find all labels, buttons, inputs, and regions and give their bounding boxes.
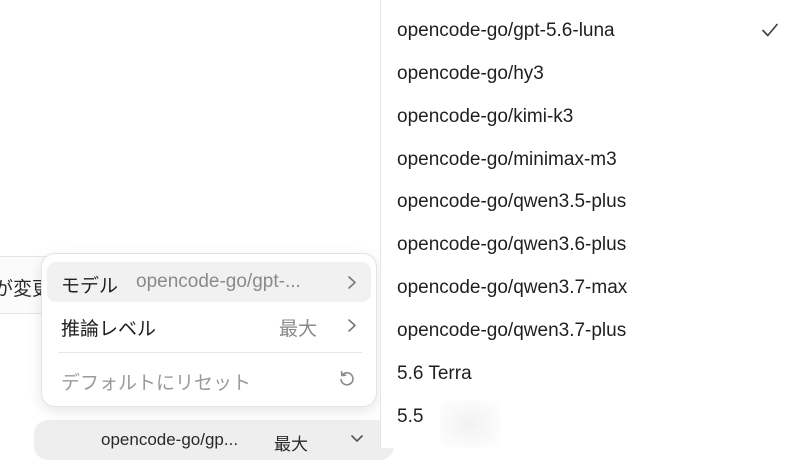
model-option[interactable]: opencode-go/qwen3.7-max: [381, 267, 797, 310]
model-option[interactable]: opencode-go/qwen3.6-plus: [381, 224, 797, 267]
current-model-label[interactable]: opencode-go/gp...: [101, 430, 238, 450]
menu-item-reset[interactable]: デフォルトにリセット: [47, 359, 371, 399]
menu-item-value: 最大: [279, 319, 318, 340]
model-option-label: opencode-go/gpt-5.6-luna: [397, 20, 615, 41]
reset-label: デフォルトにリセット: [61, 373, 252, 394]
model-option-label: opencode-go/hy3: [397, 63, 544, 84]
menu-item-model[interactable]: モデル opencode-go/gpt-...: [47, 262, 371, 302]
model-option[interactable]: opencode-go/kimi-k3: [381, 96, 797, 139]
model-list-panel: opencode-go/gpt-5.6-luna opencode-go/hy3…: [380, 0, 797, 448]
reset-icon: [340, 371, 354, 386]
model-option-label: opencode-go/qwen3.5-plus: [397, 191, 627, 212]
model-option-label: opencode-go/qwen3.7-max: [397, 277, 628, 298]
menu-item-value: opencode-go/gpt-...: [136, 271, 301, 292]
model-option-label: opencode-go/kimi-k3: [397, 106, 574, 127]
model-option[interactable]: opencode-go/gpt-5.6-luna: [381, 10, 797, 53]
model-options-menu: モデル opencode-go/gpt-... 推論レベル 最大 デフォルトにリ…: [41, 253, 377, 407]
menu-divider: [58, 352, 362, 353]
model-option-label: opencode-go/minimax-m3: [397, 149, 617, 170]
model-option[interactable]: opencode-go/qwen3.5-plus: [381, 181, 797, 224]
chevron-right-icon: [348, 276, 356, 289]
model-option[interactable]: opencode-go/hy3: [381, 53, 797, 96]
model-option-label: opencode-go/qwen3.7-plus: [397, 320, 627, 341]
model-option[interactable]: 5.6 Terra: [381, 353, 797, 396]
model-option-label: 5.5: [397, 406, 424, 427]
menu-item-label: 推論レベル: [61, 319, 157, 340]
model-option[interactable]: opencode-go/qwen3.7-plus: [381, 310, 797, 353]
chevron-down-icon[interactable]: [350, 434, 364, 444]
model-option[interactable]: opencode-go/minimax-m3: [381, 139, 797, 182]
cursor-shadow: [440, 400, 500, 448]
menu-item-label: モデル: [61, 276, 119, 297]
model-option-label: opencode-go/qwen3.6-plus: [397, 234, 627, 255]
model-option-label: 5.6 Terra: [397, 363, 472, 384]
current-level-label[interactable]: 最大: [274, 430, 308, 455]
check-icon: [762, 23, 778, 37]
menu-item-reasoning-level[interactable]: 推論レベル 最大: [47, 305, 371, 345]
chevron-right-icon: [348, 319, 356, 332]
